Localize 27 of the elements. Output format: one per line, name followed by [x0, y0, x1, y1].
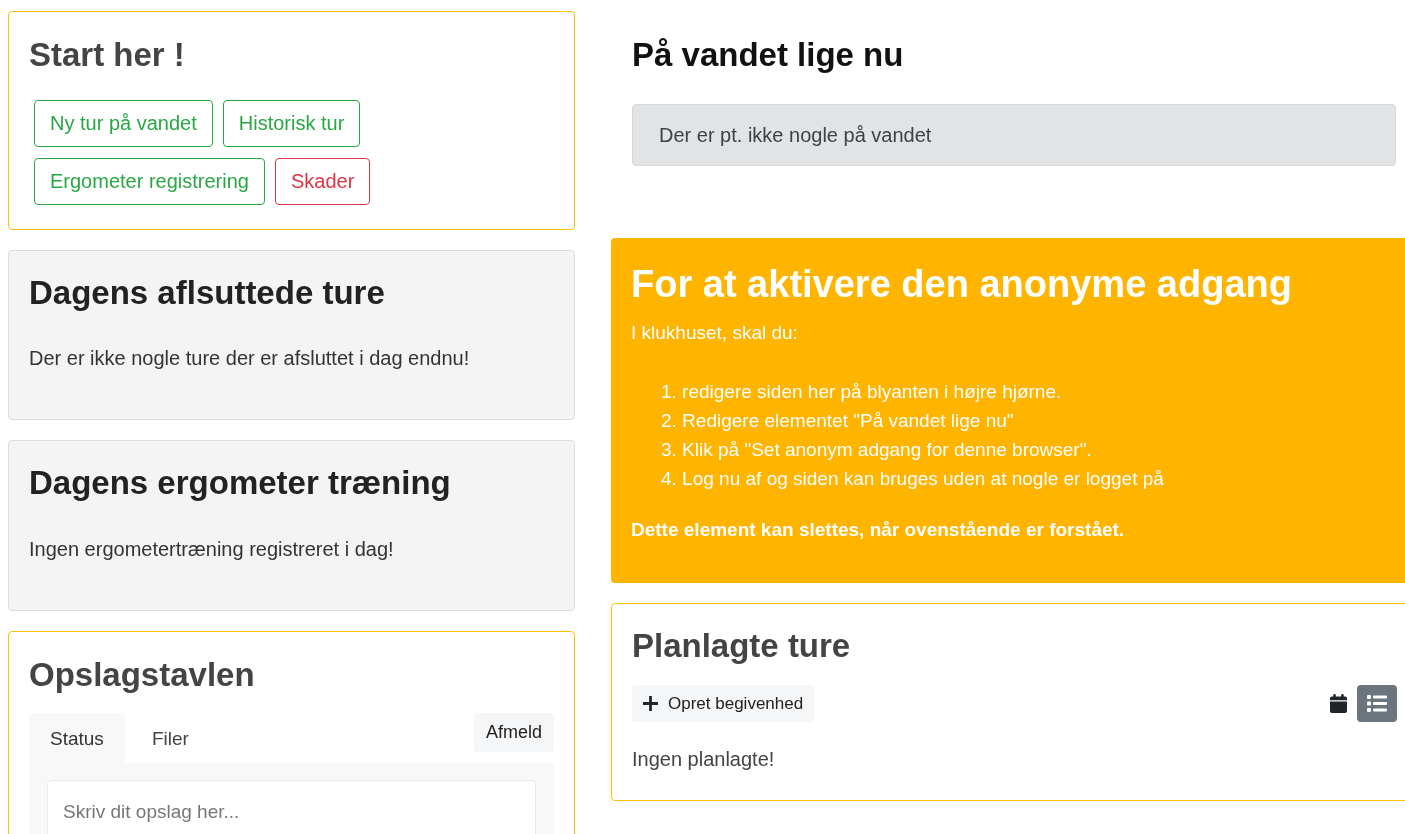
step-item: 4. Log nu af og siden kan bruges uden at nogle er logget på: [661, 467, 1165, 492]
tab[interactable]: Status: [29, 713, 125, 764]
intro-text: I klukhuset, skal du:: [631, 321, 799, 346]
section-title: Planlagte ture: [632, 626, 852, 666]
step-item: 2. Redigere elementet "På vandet lige nu": [661, 409, 1015, 434]
instruction-title: For at aktivere den anonyme adgang: [631, 261, 1293, 307]
list-icon: [1367, 694, 1387, 712]
post-field[interactable]: Skriv dit opslag her...: [47, 780, 536, 834]
plus-icon: [643, 695, 658, 711]
note-text: Dette element kan slettes, når ovenstående er forstået.: [631, 518, 1126, 543]
step-item: 3. Klik på "Set anonym adgang for denne browser".: [661, 438, 1093, 463]
tab[interactable]: Filer: [130, 713, 210, 764]
section-title: Start her !: [29, 35, 186, 75]
action-button[interactable]: Skader: [274, 157, 371, 205]
step-item: 1. redigere siden her på blyanten i højre hjørne.: [661, 380, 1063, 405]
calendar-icon: [1330, 693, 1347, 713]
empty-message: Ingen ergometertræning registreret i dag!: [29, 536, 395, 562]
unsubscribe-button[interactable]: Afmeld: [473, 713, 554, 753]
empty-message: Der er ikke nogle ture der er afsluttet i dag endnu!: [29, 346, 471, 372]
section-title: Opslagstavlen: [29, 654, 256, 695]
create-event-button[interactable]: Opret begivenhed: [632, 684, 815, 722]
status-alert: Der er pt. ikke nogle på vandet: [632, 103, 1396, 166]
section-title: Dagens ergometer træning: [29, 463, 452, 503]
section-title: Dagens aflsuttede ture: [29, 272, 386, 313]
list-view-button[interactable]: [1357, 684, 1397, 722]
section-title: På vandet lige nu: [632, 35, 905, 75]
empty-message: Ingen planlagte!: [632, 746, 776, 772]
